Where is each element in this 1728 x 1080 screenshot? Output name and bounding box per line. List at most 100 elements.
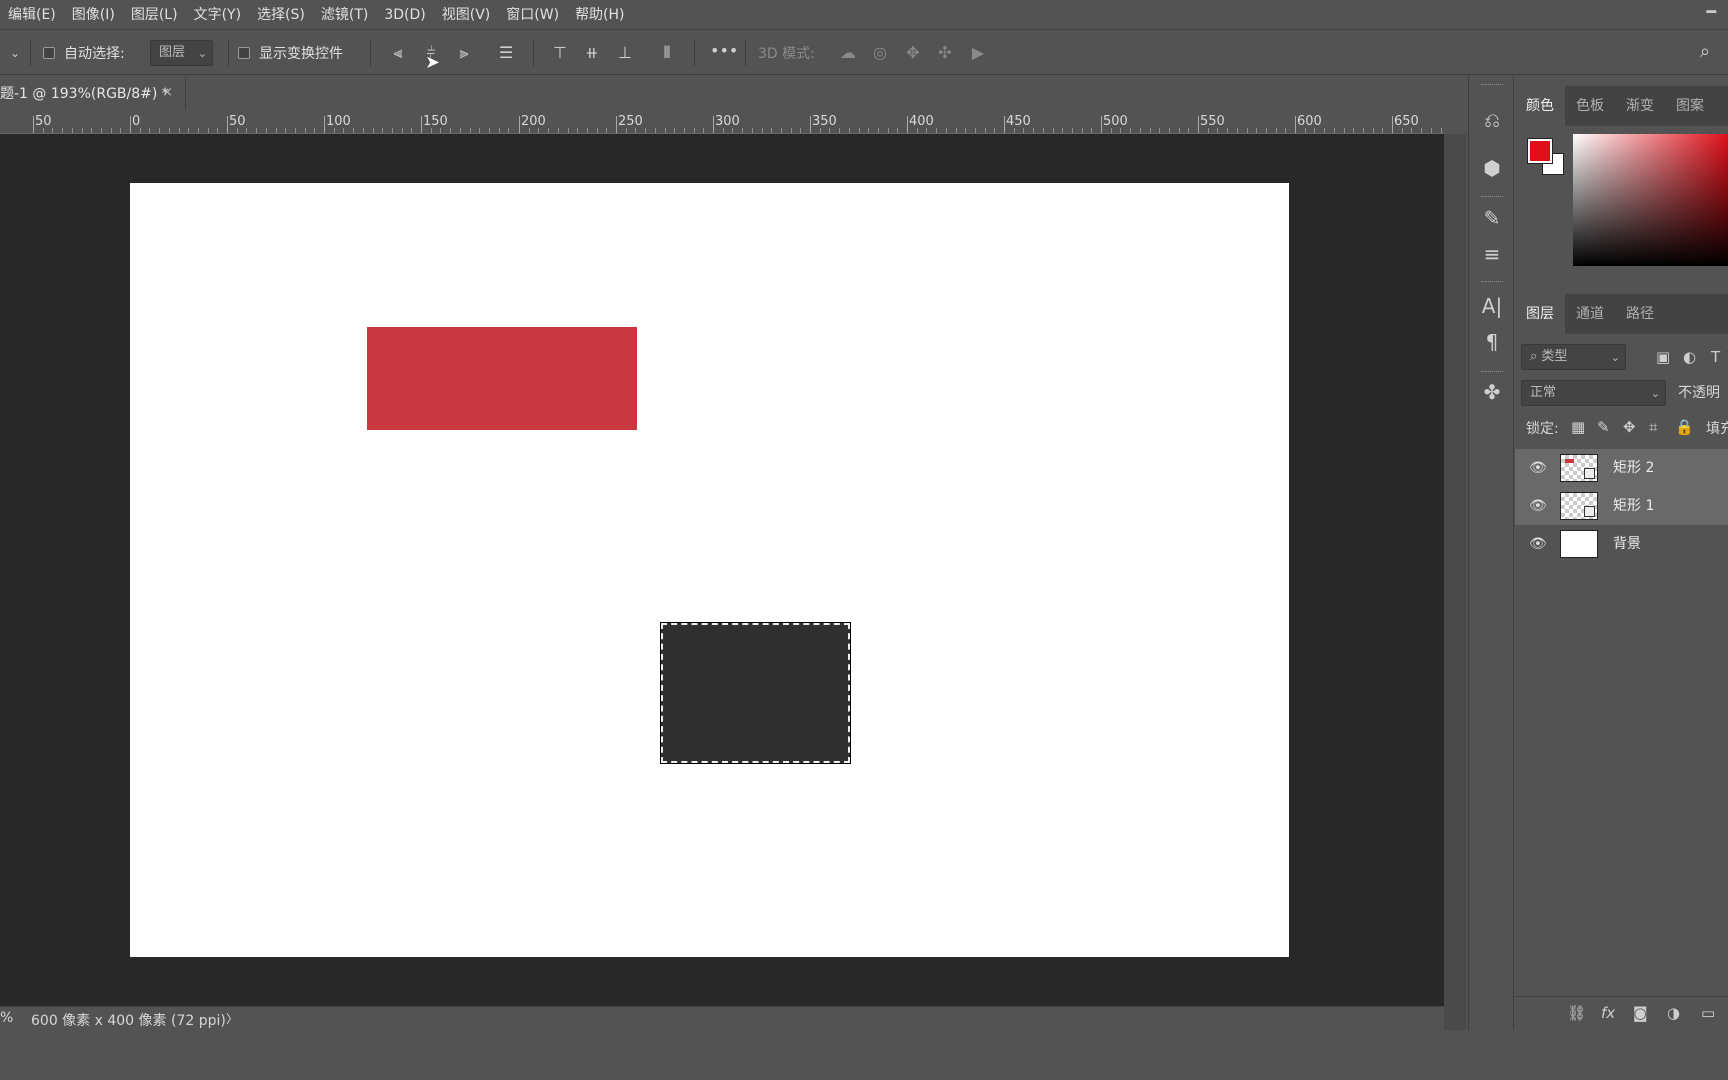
menu-bar: 编辑(E) 图像(I) 图层(L) 文字(Y) 选择(S) 滤镜(T) 3D(D… [0, 0, 1728, 30]
rectangle-1-shape-selected[interactable] [660, 622, 851, 764]
ruler-tick-label: 550 [1200, 114, 1225, 129]
ruler-major-tick [1101, 116, 1102, 133]
filter-adjustment-icon[interactable]: ◐ [1683, 348, 1696, 366]
lock-label: 锁定: [1526, 421, 1559, 437]
document-canvas[interactable] [130, 183, 1289, 957]
lock-transparent-icon[interactable]: ▦ [1571, 418, 1585, 436]
divider [533, 40, 534, 66]
layer-effects-icon[interactable]: fx [1601, 1004, 1615, 1022]
zoom-level[interactable]: % [0, 1010, 13, 1026]
align-left-edges-icon[interactable]: ⫷ [387, 43, 409, 63]
menu-view[interactable]: 视图(V) [434, 0, 499, 30]
menu-window[interactable]: 窗口(W) [498, 0, 567, 30]
layer-row-rectangle-2[interactable]: 👁 矩形 2 [1515, 449, 1728, 487]
layer-name: 矩形 2 [1613, 460, 1655, 476]
menu-3d[interactable]: 3D(D) [376, 0, 433, 30]
tab-layers[interactable]: 图层 [1515, 294, 1565, 334]
blend-mode-dropdown[interactable]: 正常 ⌄ [1521, 380, 1666, 406]
3d-cube-icon[interactable]: ⬢ [1469, 156, 1515, 180]
filter-pixel-icon[interactable]: ▣ [1656, 348, 1670, 366]
divider [1515, 996, 1728, 997]
3d-slide-icon[interactable]: ✣ [934, 43, 956, 63]
options-bar: ⌄ 自动选择: 图层 ⌄ 显示变换控件 ⫷ ⫩ ⫸ ☰ ⊤ ⧺ ⊥ ⦀ ••• … [0, 31, 1728, 75]
new-fill-adjustment-icon[interactable]: ◑ [1667, 1004, 1680, 1022]
document-tab[interactable]: 题-1 @ 193%(RGB/8#) * [0, 78, 186, 110]
distribute-horizontal-icon[interactable]: ⦀ [656, 43, 678, 63]
3d-camera-icon[interactable]: ▶ [967, 43, 989, 63]
3d-pan-icon[interactable]: ✥ [902, 43, 924, 63]
more-options-icon[interactable]: ••• [710, 41, 738, 61]
link-layers-icon[interactable]: ⛓ [1567, 1004, 1586, 1022]
document-info: 600 像素 x 400 像素 (72 ppi) [31, 1013, 226, 1029]
align-right-edges-icon[interactable]: ⫸ [453, 43, 475, 63]
mouse-cursor-icon: ➤ [425, 52, 441, 73]
status-bar: % 600 像素 x 400 像素 (72 ppi) 〉 [0, 1006, 1444, 1030]
search-icon[interactable]: ⌕ [1694, 42, 1716, 62]
ruler-tick-label: 50 [229, 114, 246, 129]
status-menu-arrow-icon[interactable]: 〉 [226, 1010, 238, 1027]
document-tab-title: 题-1 @ 193%(RGB/8#) * [0, 86, 169, 102]
vertical-scrollbar[interactable] [1444, 134, 1466, 1030]
menu-layer[interactable]: 图层(L) [123, 0, 186, 30]
history-icon[interactable]: ⎌ [1469, 108, 1515, 132]
auto-select-target-dropdown[interactable]: 图层 ⌄ [150, 40, 213, 66]
ruler-tick-label: 250 [618, 114, 643, 129]
layer-name: 背景 [1613, 536, 1641, 552]
ruler-major-tick [1004, 116, 1005, 133]
auto-select-checkbox[interactable] [43, 47, 55, 59]
visibility-eye-icon[interactable]: 👁 [1529, 536, 1547, 552]
tab-gradients[interactable]: 渐变 [1615, 86, 1665, 126]
lock-position-icon[interactable]: ✥ [1623, 418, 1636, 436]
tool-preset-chevron-icon[interactable]: ⌄ [4, 43, 26, 63]
lock-all-icon[interactable]: 🔒 [1675, 418, 1694, 436]
character-icon[interactable]: A| [1469, 294, 1515, 318]
filter-type-icon[interactable]: T [1711, 348, 1720, 366]
lock-artboard-icon[interactable]: ⌗ [1649, 418, 1657, 436]
ruler-major-tick [324, 116, 325, 133]
3d-roll-icon[interactable]: ◎ [869, 43, 891, 63]
align-bottom-edges-icon[interactable]: ⊥ [614, 43, 636, 63]
ruler-tick-label: 300 [715, 114, 740, 129]
plugins-icon[interactable]: ✤ [1469, 380, 1515, 404]
visibility-eye-icon[interactable]: 👁 [1529, 460, 1547, 476]
ruler-tick-label: 350 [812, 114, 837, 129]
divider [30, 40, 31, 66]
distribute-vertical-icon[interactable]: ☰ [495, 43, 517, 63]
menu-edit[interactable]: 编辑(E) [0, 0, 64, 30]
minimize-icon[interactable]: ━ [1706, 2, 1716, 21]
adjustments-icon[interactable]: ≡ [1469, 242, 1515, 266]
menu-select[interactable]: 选择(S) [249, 0, 313, 30]
ruler-tick-label: 650 [1394, 114, 1419, 129]
blend-mode-value: 正常 [1530, 385, 1557, 400]
layer-row-background[interactable]: 👁 背景 [1515, 525, 1728, 563]
tab-paths[interactable]: 路径 [1615, 294, 1665, 334]
tab-swatches[interactable]: 色板 [1565, 86, 1615, 126]
tab-patterns[interactable]: 图案 [1665, 86, 1715, 126]
3d-orbit-icon[interactable]: ☁ [837, 43, 859, 63]
ruler-tick-label: 200 [521, 114, 546, 129]
new-group-icon[interactable]: ▭ [1701, 1004, 1715, 1022]
tab-channels[interactable]: 通道 [1565, 294, 1615, 334]
add-mask-icon[interactable]: ◙ [1633, 1004, 1648, 1022]
menu-filter[interactable]: 滤镜(T) [313, 0, 376, 30]
tab-color[interactable]: 颜色 [1515, 86, 1565, 126]
color-picker-field[interactable] [1573, 134, 1728, 266]
foreground-color-swatch[interactable] [1527, 138, 1553, 164]
align-vertical-centers-icon[interactable]: ⧺ [581, 43, 603, 63]
align-top-edges-icon[interactable]: ⊤ [549, 43, 571, 63]
menu-help[interactable]: 帮助(H) [567, 0, 632, 30]
lock-image-icon[interactable]: ✎ [1597, 418, 1610, 436]
ruler-major-tick [421, 116, 422, 133]
menu-image[interactable]: 图像(I) [64, 0, 123, 30]
layer-row-rectangle-1[interactable]: 👁 矩形 1 [1515, 487, 1728, 525]
layer-filter-dropdown[interactable]: ⌕ 类型 ⌄ [1521, 344, 1626, 370]
ruler-tick-label: 600 [1297, 114, 1322, 129]
paragraph-icon[interactable]: ¶ [1469, 330, 1515, 354]
ruler-tick-label: 400 [909, 114, 934, 129]
show-transform-checkbox[interactable] [238, 47, 250, 59]
menu-type[interactable]: 文字(Y) [186, 0, 249, 30]
rectangle-2-shape[interactable] [367, 327, 637, 430]
close-icon[interactable]: × [162, 85, 173, 100]
visibility-eye-icon[interactable]: 👁 [1529, 498, 1547, 514]
brush-settings-icon[interactable]: ✎ [1469, 206, 1515, 230]
